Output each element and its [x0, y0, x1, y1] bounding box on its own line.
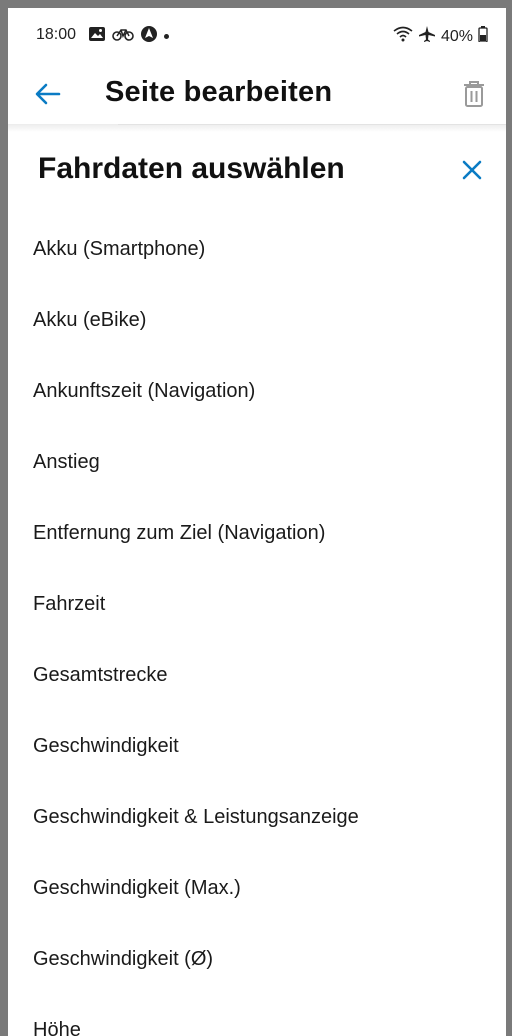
app-bar: Seite bearbeiten: [8, 62, 506, 124]
status-bar: 18:00 40%: [8, 8, 506, 62]
close-icon: [462, 160, 482, 180]
battery-text: 40%: [440, 27, 473, 45]
list-item[interactable]: Ankunftszeit (Navigation): [8, 356, 506, 427]
list-item[interactable]: Geschwindigkeit: [8, 711, 506, 782]
sheet-shadow: [8, 124, 506, 132]
status-time: 18:00: [36, 26, 77, 43]
more-notifications-dot: [164, 34, 169, 39]
list-item[interactable]: Geschwindigkeit (Ø): [8, 924, 506, 995]
delete-button[interactable]: [456, 76, 492, 112]
airplane-icon: [418, 25, 436, 48]
list-item[interactable]: Gesamtstrecke: [8, 640, 506, 711]
data-selection-sheet: Fahrdaten auswählen Akku (Smartphone) Ak…: [8, 124, 506, 1036]
page-title: Seite bearbeiten: [105, 76, 333, 108]
trash-icon: [464, 81, 484, 107]
ride-data-list: Akku (Smartphone) Akku (eBike) Ankunftsz…: [8, 214, 506, 1036]
list-item[interactable]: Entfernung zum Ziel (Navigation): [8, 498, 506, 569]
arrow-left-icon: [35, 83, 61, 105]
phone-screen: 18:00 40% Seite bearbeiten Fahrdaten aus…: [8, 8, 506, 1036]
list-item[interactable]: Höhe: [8, 995, 506, 1036]
notification-icons: [88, 25, 169, 48]
list-item[interactable]: Anstieg: [8, 427, 506, 498]
bike-icon: [112, 26, 134, 47]
list-item[interactable]: Fahrzeit: [8, 569, 506, 640]
navigation-icon: [140, 25, 158, 48]
system-icons: 40%: [393, 25, 488, 48]
image-icon: [88, 26, 106, 47]
list-item[interactable]: Geschwindigkeit (Max.): [8, 853, 506, 924]
list-item[interactable]: Akku (eBike): [8, 285, 506, 356]
sheet-title: Fahrdaten auswählen: [38, 152, 345, 185]
list-item[interactable]: Akku (Smartphone): [8, 214, 506, 285]
sheet-divider: [118, 124, 506, 125]
close-button[interactable]: [456, 154, 488, 186]
list-item[interactable]: Geschwindigkeit & Leistungsanzeige: [8, 782, 506, 853]
battery-icon: [478, 26, 488, 47]
wifi-icon: [393, 26, 413, 47]
back-button[interactable]: [30, 76, 66, 112]
